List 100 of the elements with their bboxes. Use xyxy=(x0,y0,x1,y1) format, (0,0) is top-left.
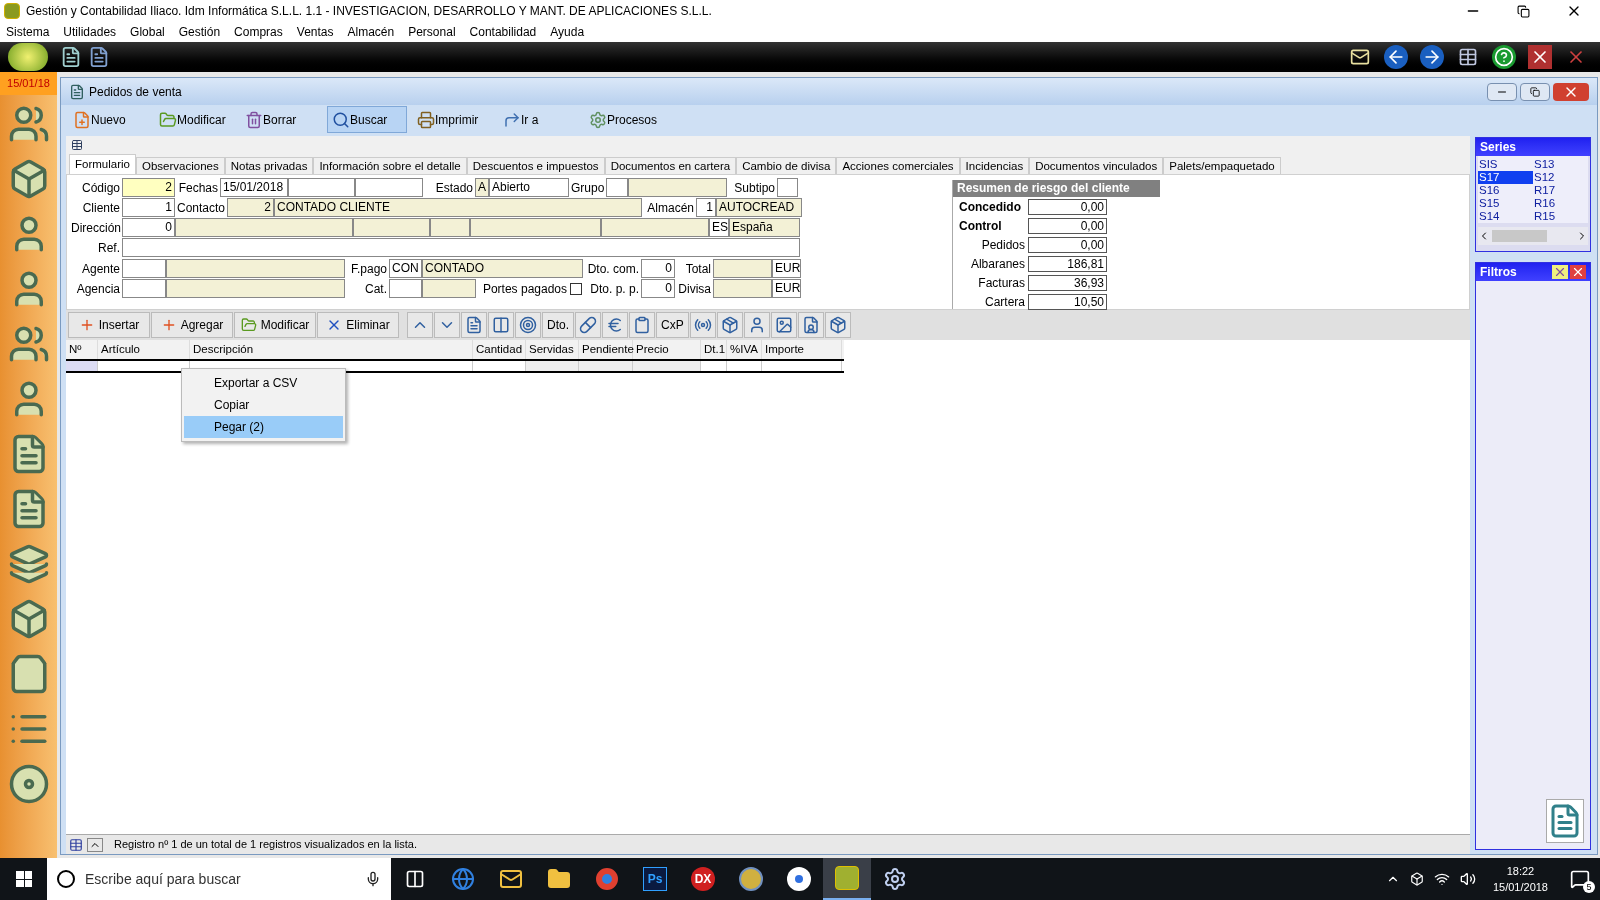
tab[interactable]: Documentos en cartera xyxy=(604,157,737,174)
column-header[interactable]: %IVA xyxy=(727,340,762,359)
windows-start-icon[interactable] xyxy=(16,871,32,887)
list-item[interactable]: S13 xyxy=(1533,158,1588,171)
input-field[interactable] xyxy=(601,218,709,237)
input-field[interactable]: 1 xyxy=(122,198,175,217)
input-field[interactable] xyxy=(470,218,601,237)
menu-item[interactable]: Sistema xyxy=(6,23,50,41)
document-button[interactable] xyxy=(461,312,487,338)
clock-time[interactable]: 18:22 xyxy=(1506,862,1535,879)
input-field[interactable] xyxy=(422,279,476,298)
list-item[interactable]: SIS xyxy=(1478,158,1533,171)
tab[interactable]: Documentos vinculados xyxy=(1029,157,1164,174)
volume-icon[interactable] xyxy=(1459,871,1476,887)
menu-item[interactable]: Ventas xyxy=(296,23,334,41)
action-button[interactable]: Modificar xyxy=(234,312,316,338)
down-arrow-button[interactable] xyxy=(434,312,460,338)
tab[interactable]: Acciones comerciales xyxy=(836,157,960,174)
input-field[interactable] xyxy=(777,178,798,197)
input-field[interactable]: AUTOCREAD xyxy=(716,198,802,217)
input-field[interactable] xyxy=(122,279,166,298)
clear-filter-button[interactable] xyxy=(1552,265,1568,279)
menu-item[interactable]: Global xyxy=(130,23,165,41)
input-field[interactable]: EUR xyxy=(772,259,801,278)
input-field[interactable]: 0 xyxy=(641,259,675,278)
tab[interactable]: Palets/empaquetado xyxy=(1163,157,1281,174)
task-view-icon[interactable] xyxy=(405,869,425,889)
input-field[interactable] xyxy=(122,259,166,278)
antenna-button[interactable] xyxy=(689,312,716,338)
image-button[interactable] xyxy=(770,312,797,338)
restore-button[interactable] xyxy=(1520,82,1550,101)
dots-icon[interactable] xyxy=(787,867,811,891)
input-field[interactable]: A xyxy=(475,178,489,197)
document-icon[interactable] xyxy=(60,46,82,68)
orb-icon[interactable] xyxy=(8,43,48,71)
list-item[interactable]: R17 xyxy=(1533,184,1588,197)
ring-icon[interactable] xyxy=(596,868,618,890)
folder-icon[interactable] xyxy=(547,867,571,891)
table-cell[interactable] xyxy=(579,361,633,371)
search-field[interactable]: Escribe aquí para buscar xyxy=(47,858,391,900)
scrollbar-thumb[interactable] xyxy=(1492,230,1547,242)
app-icon[interactable] xyxy=(823,858,871,900)
target-button[interactable] xyxy=(515,312,541,338)
action-button[interactable]: Eliminar xyxy=(317,312,399,338)
document-person-button[interactable] xyxy=(797,312,824,338)
menu-item[interactable]: Pegar (2) xyxy=(184,416,343,438)
notifications-icon[interactable] xyxy=(1570,869,1590,889)
restore-button[interactable] xyxy=(1517,4,1530,18)
tab[interactable]: Notas privadas xyxy=(224,157,314,174)
app-icon[interactable]: DX xyxy=(691,867,715,891)
input-field[interactable] xyxy=(713,259,772,278)
tab[interactable]: Cambio de divisa xyxy=(736,157,837,174)
column-header[interactable]: Dt.1 xyxy=(701,340,727,359)
network-icon[interactable] xyxy=(1433,871,1450,887)
tab[interactable]: Información sobre el detalle xyxy=(313,157,467,174)
menu-item[interactable]: Compras xyxy=(234,23,283,41)
tab[interactable]: Observaciones xyxy=(135,157,225,174)
coin-icon[interactable] xyxy=(739,867,763,891)
menu-item[interactable]: Exportar a CSV xyxy=(184,372,343,394)
toolbar-button[interactable]: Borrar xyxy=(241,106,321,133)
tab[interactable]: Incidencias xyxy=(959,157,1030,174)
action-button[interactable]: Insertar xyxy=(68,312,150,338)
input-field[interactable]: CONTADO CLIENTE xyxy=(274,198,642,217)
input-field[interactable]: CON xyxy=(389,259,422,278)
table-icon[interactable] xyxy=(68,837,84,852)
help-icon[interactable] xyxy=(1492,45,1516,69)
tab[interactable]: Descuentos e impuestos xyxy=(466,157,605,174)
list-item[interactable]: S14 xyxy=(1478,210,1533,223)
input-field[interactable] xyxy=(166,259,345,278)
column-header[interactable]: Pendiente xyxy=(579,340,633,359)
clipboard-button[interactable] xyxy=(629,312,655,338)
list-item[interactable]: S16 xyxy=(1478,184,1533,197)
list-item[interactable]: R15 xyxy=(1533,210,1588,223)
input-field[interactable]: 2 xyxy=(122,178,175,197)
table-cell[interactable] xyxy=(633,361,701,371)
input-field[interactable] xyxy=(175,218,353,237)
column-header[interactable]: Importe xyxy=(762,340,842,359)
box-icon[interactable] xyxy=(1409,872,1424,886)
columns-button[interactable] xyxy=(488,312,514,338)
menu-item[interactable]: Personal xyxy=(408,23,456,41)
envelope-icon[interactable] xyxy=(499,867,523,891)
input-field[interactable]: 0 xyxy=(122,218,175,237)
pill-button[interactable] xyxy=(575,312,601,338)
tool-button[interactable]: CxP xyxy=(656,312,689,338)
document-icon[interactable] xyxy=(88,46,110,68)
column-header[interactable]: Precio xyxy=(633,340,701,359)
tab[interactable]: Formulario xyxy=(69,154,136,174)
toolbar-button[interactable]: Ir a xyxy=(499,106,579,133)
person-button[interactable] xyxy=(743,312,770,338)
table-icon[interactable] xyxy=(70,139,84,151)
checkbox[interactable] xyxy=(570,282,582,295)
box-button[interactable] xyxy=(716,312,743,338)
tool-button[interactable]: Dto. xyxy=(542,312,574,338)
action-button[interactable]: Agregar xyxy=(151,312,233,338)
box-button[interactable] xyxy=(824,312,851,338)
table-cell[interactable] xyxy=(526,361,579,371)
input-field[interactable]: EUR xyxy=(772,279,801,298)
toolbar-button[interactable]: Buscar xyxy=(327,106,407,133)
toolbar-button[interactable]: Imprimir xyxy=(413,106,493,133)
menu-item[interactable]: Gestión xyxy=(178,23,221,41)
